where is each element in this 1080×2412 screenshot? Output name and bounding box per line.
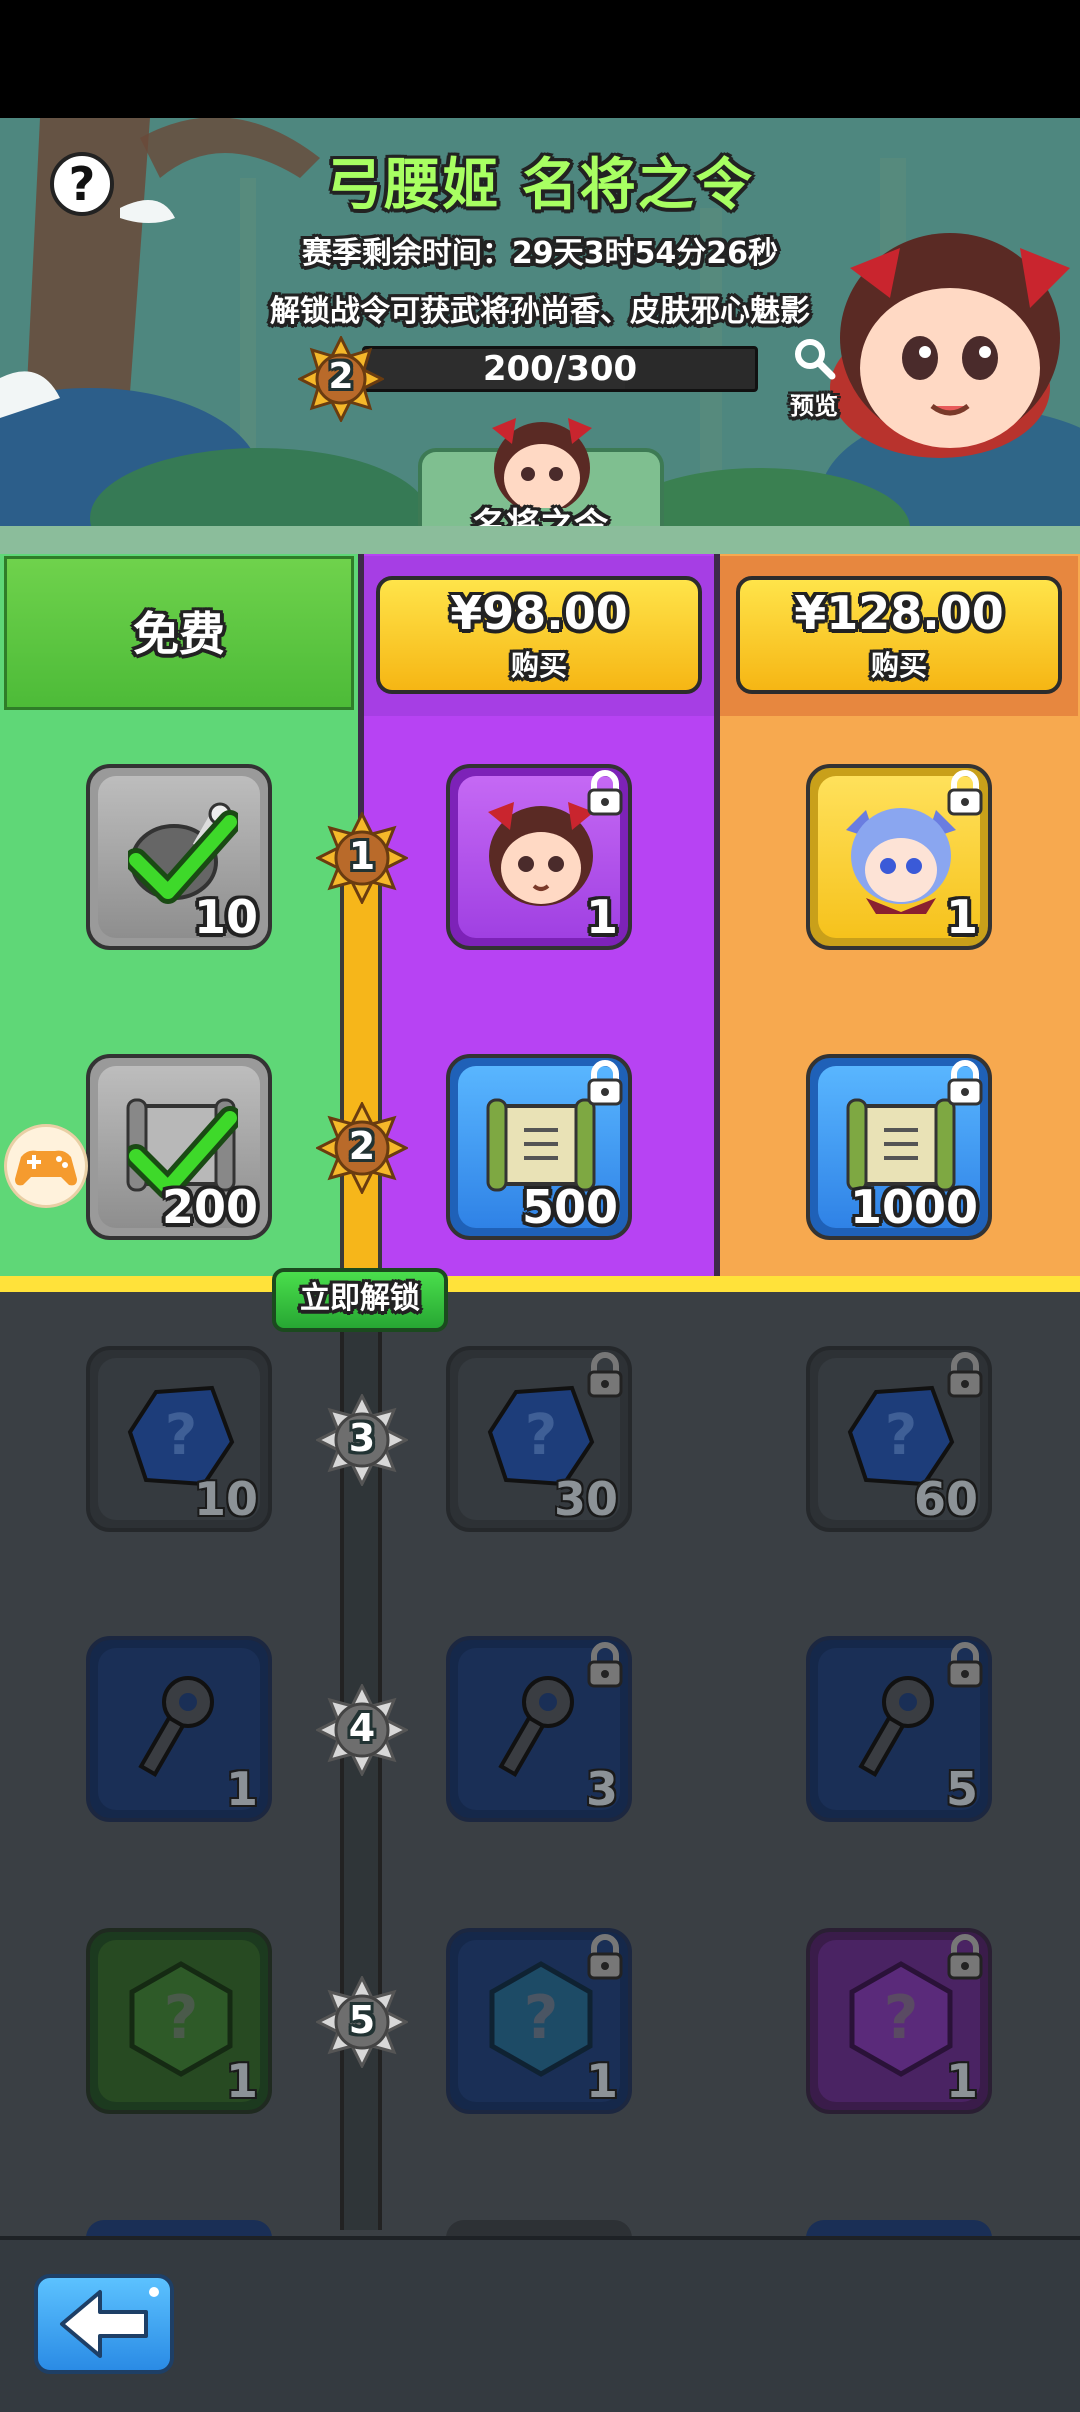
reward-tile-deluxe-5[interactable]: ? 1 xyxy=(806,1928,992,2114)
level-node-4: 4 xyxy=(314,1682,410,1778)
svg-text:?: ? xyxy=(165,1403,197,1468)
reward-count: 60 xyxy=(913,1472,978,1526)
reward-tile-premium-4[interactable]: 3 xyxy=(446,1636,632,1822)
free-label: 免费 xyxy=(133,607,225,661)
unlock-progress-line xyxy=(0,1276,1080,1292)
lock-icon xyxy=(587,770,623,816)
progress-text: 200/300 xyxy=(482,349,638,389)
free-tier-header: 免费 xyxy=(4,556,354,710)
level-number: 4 xyxy=(348,1706,376,1750)
reward-count: 1000 xyxy=(849,1180,978,1234)
reward-tile-free-5[interactable]: ? 1 xyxy=(86,1928,272,2114)
premium-price: ¥98.00 xyxy=(450,586,628,640)
svg-text:?: ? xyxy=(164,1983,199,2053)
bottom-bar xyxy=(0,2236,1080,2412)
preview-button[interactable]: 预览 xyxy=(786,336,842,420)
svg-text:?: ? xyxy=(884,1983,919,2053)
magnifier-icon xyxy=(795,339,836,380)
level-progress-bar: 200/300 xyxy=(362,346,758,392)
hero-portrait-icon xyxy=(492,418,592,508)
reward-count: 1 xyxy=(585,2054,618,2108)
reward-tile-premium-3[interactable]: ? 30 xyxy=(446,1346,632,1532)
reward-tile-free-1[interactable]: 10 xyxy=(86,764,272,950)
reward-count: 200 xyxy=(161,1180,258,1234)
reward-tile-free-3[interactable]: ? 10 xyxy=(86,1346,272,1532)
deluxe-price: ¥128.00 xyxy=(794,586,1004,640)
reward-tile-free-2[interactable]: 200 xyxy=(86,1054,272,1240)
premium-buy-label: 购买 xyxy=(510,649,567,682)
reward-tile-deluxe-4[interactable]: 5 xyxy=(806,1636,992,1822)
level-number: 3 xyxy=(348,1416,376,1460)
lock-icon xyxy=(947,770,983,816)
season-header: ? 弓腰姬 名将之令 赛季剩余时间：29天3时54分26秒 解锁战令可获武将孙尚… xyxy=(0,118,1080,530)
current-level: 2 xyxy=(328,356,354,397)
lock-icon xyxy=(587,1642,623,1688)
svg-text:?: ? xyxy=(524,1983,559,2053)
reward-count: 1 xyxy=(585,890,618,944)
level-track-unlocked xyxy=(340,860,382,1276)
reward-tile-deluxe-3[interactable]: ? 60 xyxy=(806,1346,992,1532)
reward-tile-free-4[interactable]: 1 xyxy=(86,1636,272,1822)
preview-label: 预览 xyxy=(790,392,838,420)
deluxe-buy-label: 购买 xyxy=(870,649,927,682)
reward-count: 500 xyxy=(521,1180,618,1234)
lock-icon xyxy=(587,1934,623,1980)
season-remaining-time: 赛季剩余时间：29天3时54分26秒 xyxy=(301,236,779,271)
level-number: 2 xyxy=(348,1124,376,1168)
unlock-now-button[interactable]: 立即解锁 xyxy=(272,1268,448,1332)
reward-count: 30 xyxy=(553,1472,618,1526)
lock-icon xyxy=(947,1934,983,1980)
reward-tile-premium-1[interactable]: 1 xyxy=(446,764,632,950)
reward-count: 1 xyxy=(945,2054,978,2108)
level-number: 1 xyxy=(348,834,376,878)
battle-pass-screen: { "header": { "title": "弓腰姬 名将之令", "seas… xyxy=(0,0,1080,2412)
svg-text:?: ? xyxy=(525,1403,557,1468)
reward-count: 1 xyxy=(945,890,978,944)
back-arrow-icon xyxy=(60,2287,159,2358)
lock-icon xyxy=(587,1060,623,1106)
level-node-5: 5 xyxy=(314,1974,410,2070)
back-button[interactable] xyxy=(34,2274,174,2374)
lock-icon xyxy=(947,1060,983,1106)
reward-tile-premium-2[interactable]: 500 xyxy=(446,1054,632,1240)
reward-count: 5 xyxy=(945,1762,978,1816)
level-number: 5 xyxy=(348,1998,376,2042)
level-node-1: 1 xyxy=(314,810,410,906)
reward-tile-deluxe-1[interactable]: 1 xyxy=(806,764,992,950)
floating-gamepad-button[interactable] xyxy=(4,1124,88,1208)
reward-tile-deluxe-2[interactable]: 1000 xyxy=(806,1054,992,1240)
lock-icon xyxy=(947,1352,983,1398)
level-node-2: 2 xyxy=(314,1100,410,1196)
buy-deluxe-button[interactable]: ¥128.00 购买 xyxy=(736,576,1062,694)
level-node-3: 3 xyxy=(314,1392,410,1488)
header-divider xyxy=(0,526,1080,554)
reward-count: 1 xyxy=(225,2054,258,2108)
reward-count: 10 xyxy=(193,890,258,944)
unlock-reward-info: 解锁战令可获武将孙尚香、皮肤邪心魅影 xyxy=(270,294,810,329)
reward-tile-premium-5[interactable]: ? 1 xyxy=(446,1928,632,2114)
reward-count: 1 xyxy=(225,1762,258,1816)
lock-icon xyxy=(587,1352,623,1398)
reward-count: 10 xyxy=(193,1472,258,1526)
svg-text:?: ? xyxy=(885,1403,917,1468)
lock-icon xyxy=(947,1642,983,1688)
season-title: 弓腰姬 名将之令 xyxy=(326,153,754,218)
reward-count: 3 xyxy=(585,1762,618,1816)
gamepad-icon xyxy=(15,1150,77,1186)
buy-premium-button[interactable]: ¥98.00 购买 xyxy=(376,576,702,694)
